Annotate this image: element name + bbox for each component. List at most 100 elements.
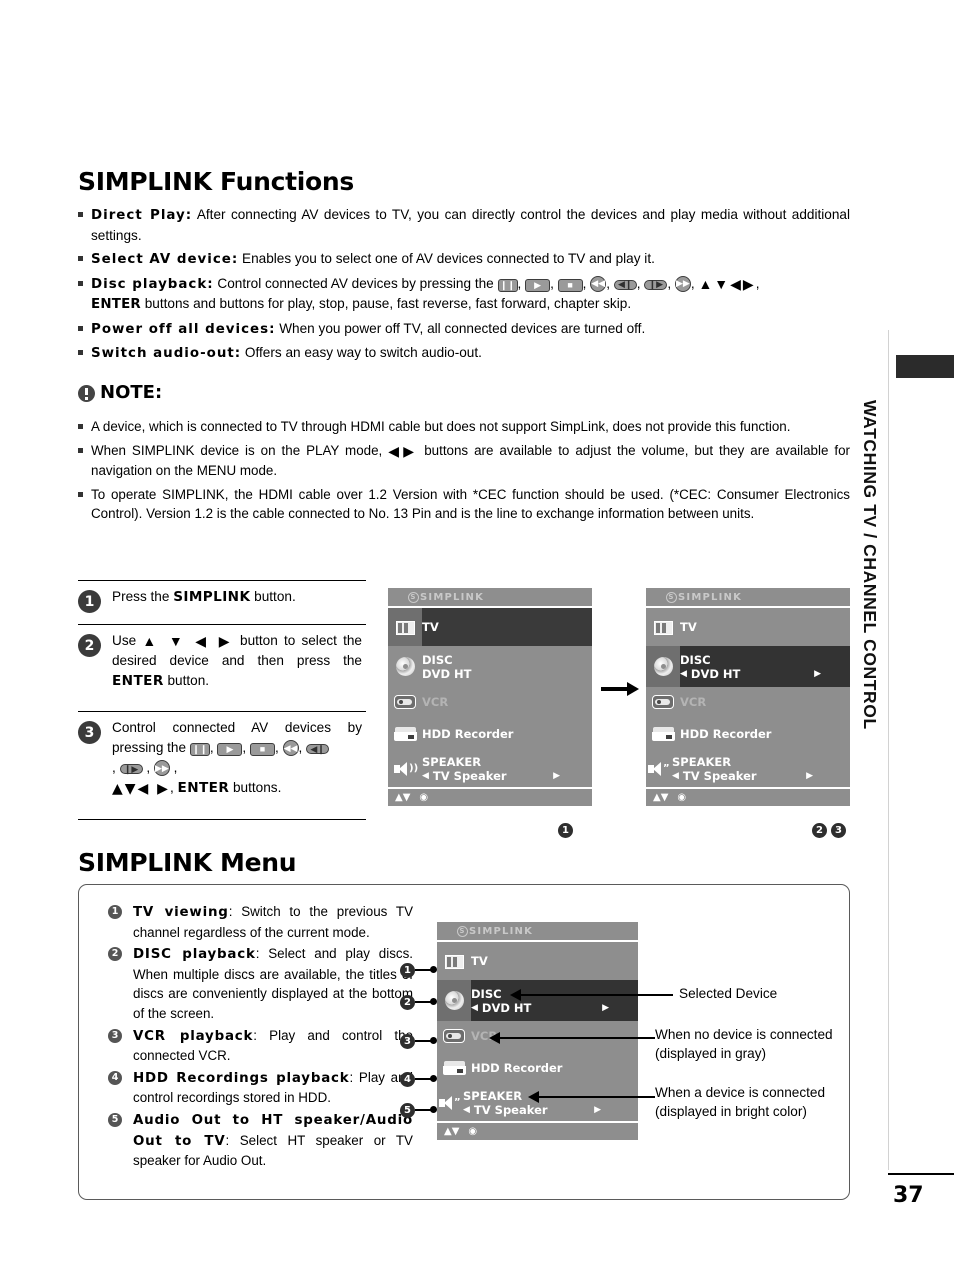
bullet-label: Direct Play: [91,208,193,223]
menu-item-number-badge: 1 [108,905,122,919]
simplink-logo-ring-icon: S [457,925,468,937]
disc-icon [437,980,471,1021]
skip-forward-button-icon: ❙▶ [119,764,143,774]
callout-text-selected-device: Selected Device [679,986,778,1001]
right-arrow-icon[interactable]: ▶ [806,769,813,783]
left-arrow-icon[interactable]: ◀ [680,667,687,681]
note-bullet-list: A device, which is connected to TV throu… [78,417,850,528]
bullet-text: Offers an easy way to switch audio-out. [241,345,482,360]
step-divider-bottom [78,819,366,820]
bullet-text-after: buttons and buttons for play, stop, paus… [140,296,632,311]
bullet-label: Disc playback: [91,276,214,292]
osd-row-speaker[interactable]: )) SPEAKER ◀ TV Speaker ▶ [388,751,592,787]
bullet-label: Power off all devices: [91,321,276,337]
step-3: 3 Control connected AV devices by pressi… [78,711,366,815]
simplink-osd-panel-1[interactable]: S SIMPLINK TV DISC DVD HT VCR HDD Recorder… [388,588,592,806]
menu-item-vcr-playback: 3 VCR playback: Play and control the con… [108,1026,413,1066]
disc-icon [646,646,680,687]
bullet-text: Enables you to select one of AV devices … [238,251,655,266]
panel3-marker-2: 2 [400,995,415,1010]
bullet-text: Control connected AV devices by pressing… [213,275,498,291]
arrow-left-right-icon: ◀▶ [388,442,419,459]
page-title-simplink-functions: SIMPLINK Functions [78,167,354,196]
osd-row-label: TV [471,954,488,968]
updown-arrows-icon: ▲▼ [444,1126,460,1137]
right-arrow-icon[interactable]: ▶ [602,1001,609,1015]
skip-back-button-icon: ◀❙ [613,279,637,290]
left-arrow-icon[interactable]: ◀ [471,1001,478,1015]
osd-row-label: SPEAKER ◀ TV Speaker ▶ [463,1089,615,1117]
menu-item-tv-viewing: 1 TV viewing: Switch to the previous TV … [108,902,413,942]
step-text: Press the SIMPLINK button. [112,587,362,607]
osd-row-label: VCR [680,695,707,709]
bullet-square-icon [78,350,83,355]
bullet-label: Switch audio-out: [91,346,242,361]
note-item-cec: To operate SIMPLINK, the HDMI cable over… [78,485,850,524]
vcr-icon [388,687,422,717]
enter-dot-icon: ◉ [468,1126,478,1137]
step-text: Control connected AV devices by pressing… [112,720,362,797]
vcr-icon [646,687,680,717]
menu-item-label: VCR playback [133,1028,254,1044]
bullet-select-av-device: Select AV device: Enables you to select … [78,249,850,270]
osd-footer: ▲▼ ◉ [437,1121,638,1140]
callout-line-selected-device [521,994,673,996]
menu-item-label: HDD Recordings playback [133,1070,350,1086]
osd-row-disc[interactable]: DISC DVD HT [388,646,592,687]
simplink-logo: S SIMPLINK [408,591,485,603]
left-arrow-icon[interactable]: ◀ [672,769,679,783]
simplink-logo: S SIMPLINK [457,925,533,937]
right-arrow-icon[interactable]: ▶ [814,667,821,681]
osd-header: S SIMPLINK [437,922,638,942]
osd-row-speaker[interactable]: ” SPEAKER ◀ TV Speaker ▶ [646,751,850,787]
left-arrow-icon[interactable]: ◀ [422,769,429,783]
osd-row-tv[interactable]: TV [388,608,592,646]
osd-marker-3: 3 [831,823,846,838]
osd-row-vcr[interactable]: VCR [437,1021,638,1051]
callout-line1: When a device is connected [655,1085,826,1100]
osd-row-tv[interactable]: TV [646,608,850,646]
simplink-osd-panel-2[interactable]: S SIMPLINK TV DISC ◀ DVD HT ▶ VCR HDD Recor… [646,588,850,806]
simplink-logo: S SIMPLINK [666,591,742,603]
menu-item-label: TV viewing [133,905,229,920]
note-text: To operate SIMPLINK, the HDMI cable over… [91,486,850,522]
menu-item-number-badge: 4 [108,1070,122,1085]
panel3-marker-4: 4 [400,1072,415,1087]
tv-icon [646,608,680,646]
osd-row-hdd-recorder[interactable]: HDD Recorder [388,717,592,751]
skip-back-button-icon: ◀❙ [306,744,330,754]
bullet-square-icon [78,447,83,453]
osd-row-vcr[interactable]: VCR [646,687,850,717]
osd-marker-2: 2 [812,823,827,838]
arrow-keys-icon: ▲▼◀ ▶ [112,781,170,797]
page-number: 37 [893,1183,924,1208]
callout-arrow-selected-device [510,989,521,1001]
steps-list: 1 Press the SIMPLINK button. 2 Use ▲ ▼ ◀… [78,580,366,815]
note-item-play-mode: When SIMPLINK device is on the PLAY mode… [78,441,850,481]
speaker-icon: )) [388,751,422,787]
updown-arrows-icon: ▲▼ [653,792,669,803]
step-text-before: Press the [112,589,174,604]
simplink-osd-panel-3[interactable]: S SIMPLINK TV DISC ◀ DVD HT ▶ VCR HDD Recor… [437,922,638,1140]
simplink-logo-ring-icon: S [408,591,419,603]
osd-row-tv[interactable]: TV [437,942,638,980]
osd-row-vcr[interactable]: VCR [388,687,592,717]
osd-footer: ▲▼ ◉ [388,787,592,806]
osd-row-hdd-recorder[interactable]: HDD Recorder [646,717,850,751]
osd-row-disc[interactable]: DISC ◀ DVD HT ▶ [437,980,638,1021]
note-label: NOTE: [100,382,163,403]
menu-item-number-badge: 5 [108,1112,122,1127]
osd-row-disc[interactable]: DISC ◀ DVD HT ▶ [646,646,850,687]
step-text-before: Use [112,633,143,648]
simplink-logo-text: SIMPLINK [420,591,485,603]
panel3-marker-3: 3 [400,1034,415,1049]
left-arrow-icon[interactable]: ◀ [463,1103,470,1117]
right-arrow-icon[interactable]: ▶ [594,1103,601,1117]
right-arrow-icon[interactable]: ▶ [553,769,560,783]
skip-forward-button-icon: ❙▶ [644,279,668,290]
osd-row-hdd-recorder[interactable]: HDD Recorder [437,1051,638,1085]
bullet-square-icon [78,280,83,286]
osd-row-label-top: SPEAKER [463,1089,523,1103]
enter-dot-icon: ◉ [419,792,429,803]
simplink-logo-ring-icon: S [666,591,677,603]
